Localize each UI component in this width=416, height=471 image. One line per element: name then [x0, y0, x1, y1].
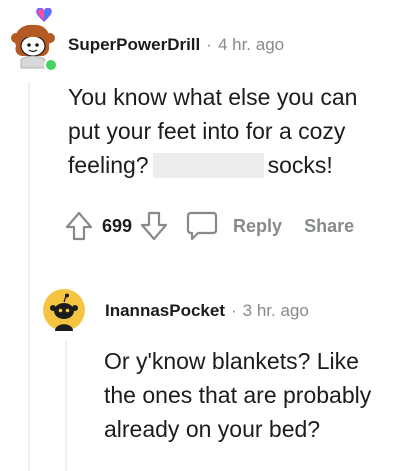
- comment-text: feeling?: [68, 152, 149, 178]
- online-status-icon: [44, 58, 58, 72]
- reply-username[interactable]: InannasPocket: [105, 301, 225, 321]
- comment-thread-line[interactable]: [28, 82, 30, 471]
- reply-user-avatar[interactable]: [42, 288, 86, 332]
- user-avatar[interactable]: [6, 7, 60, 72]
- speech-bubble-icon: [186, 211, 218, 241]
- reply-line: already on your bed?: [104, 416, 321, 442]
- reply-timestamp[interactable]: 3 hr. ago: [243, 301, 309, 321]
- comment-line: put your feet into for a cozy: [68, 118, 346, 144]
- comment-meta: SuperPowerDrill · 4 hr. ago: [68, 35, 284, 55]
- redacted-block: [152, 153, 264, 178]
- upvote-button[interactable]: [64, 210, 94, 242]
- share-button[interactable]: Share: [304, 216, 354, 237]
- comment-body: You know what else you can put your feet…: [68, 80, 408, 182]
- comment-text: socks!: [267, 152, 333, 178]
- reply-meta: InannasPocket · 3 hr. ago: [105, 301, 309, 321]
- comment-line: feeling? socks!: [68, 148, 408, 182]
- reply-thread-line[interactable]: [65, 340, 67, 471]
- separator-dot: ·: [206, 35, 212, 54]
- separator-dot: ·: [231, 301, 237, 320]
- snoo-avatar-icon: [43, 289, 85, 331]
- heart-icon: [36, 7, 52, 22]
- reply-body: Or y'know blankets? Like the ones that a…: [104, 344, 414, 446]
- comment-line: You know what else you can: [68, 84, 358, 110]
- comment-action-bar: 699 Reply Share: [64, 208, 354, 244]
- comment-button[interactable]: [185, 210, 219, 242]
- downvote-arrow-icon: [140, 211, 168, 241]
- reply-line: the ones that are probably: [104, 382, 372, 408]
- upvote-arrow-icon: [65, 211, 93, 241]
- reply-button[interactable]: Reply: [233, 216, 282, 237]
- vote-count: 699: [102, 215, 133, 236]
- reply-line: Or y'know blankets? Like: [104, 348, 359, 374]
- timestamp[interactable]: 4 hr. ago: [218, 35, 284, 55]
- username[interactable]: SuperPowerDrill: [68, 35, 200, 55]
- downvote-button[interactable]: [139, 210, 169, 242]
